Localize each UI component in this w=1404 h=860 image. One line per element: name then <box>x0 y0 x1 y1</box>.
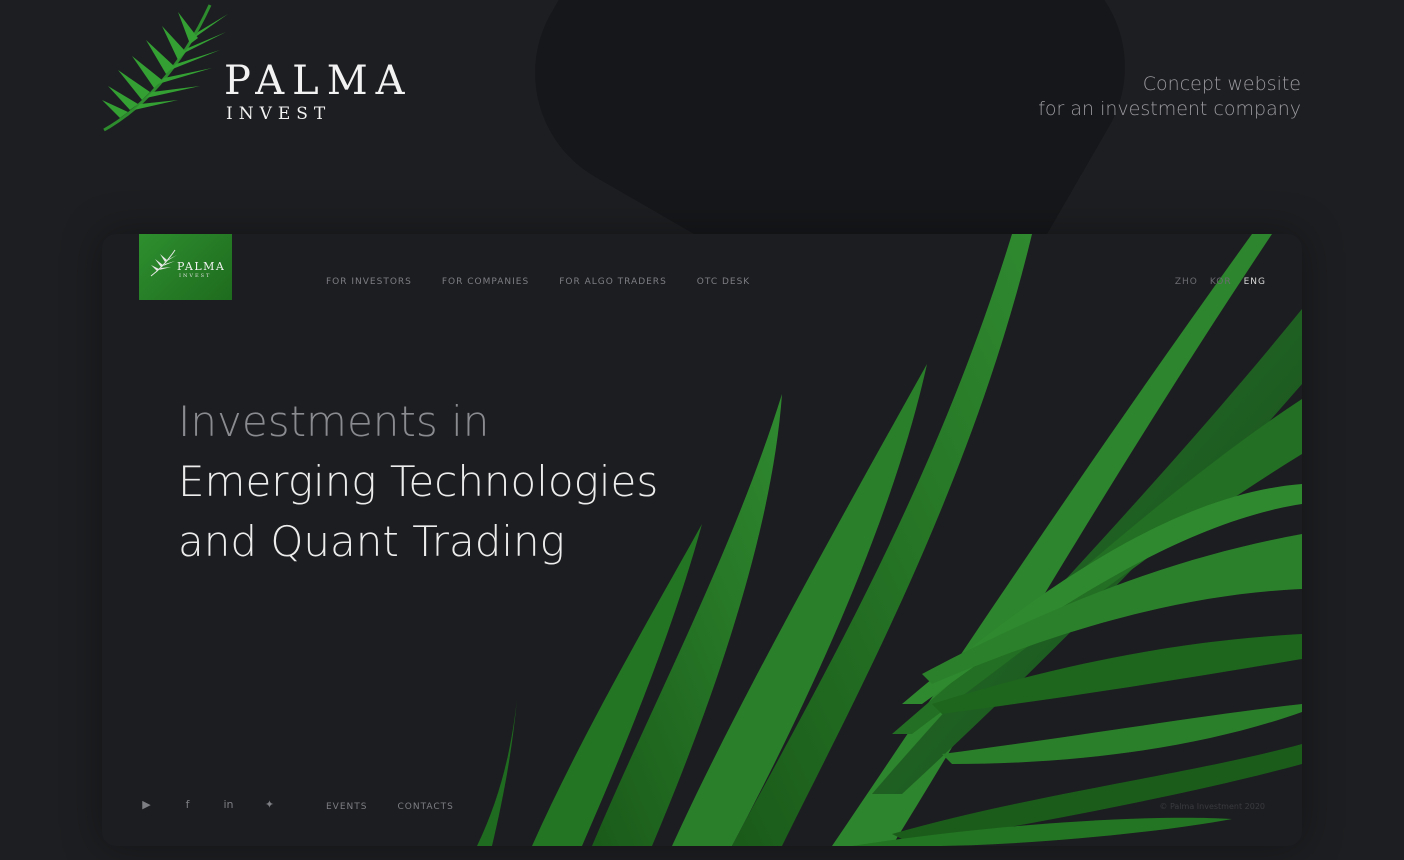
nav-otc-desk[interactable]: OTC DESK <box>697 277 750 287</box>
footer-link-contacts[interactable]: CONTACTS <box>397 802 453 812</box>
brand-subtitle: INVEST <box>226 104 332 124</box>
twitter-icon[interactable]: ✦ <box>262 798 277 811</box>
footer-link-events[interactable]: EVENTS <box>326 802 367 812</box>
hero-line-1: Investments in <box>178 397 490 446</box>
concept-line-2: for an investment company <box>1038 98 1301 120</box>
nav-for-companies[interactable]: FOR COMPANIES <box>442 277 529 287</box>
main-nav: FOR INVESTORS FOR COMPANIES FOR ALGO TRA… <box>326 277 750 287</box>
hero-heading: Investments in Emerging Technologies and… <box>178 392 658 572</box>
lang-kor[interactable]: KOR <box>1210 277 1232 287</box>
footer-nav: EVENTS CONTACTS <box>326 802 454 812</box>
brand-logo: PALMA INVEST <box>100 0 420 135</box>
palm-leaf-icon <box>150 249 177 277</box>
facebook-icon[interactable]: f <box>180 798 195 811</box>
language-switcher: ZHO KOR ENG <box>1175 277 1266 287</box>
concept-line-1: Concept website <box>1142 73 1301 95</box>
concept-caption: Concept website for an investment compan… <box>1038 72 1301 122</box>
brand-name: PALMA <box>224 58 413 104</box>
website-mockup: PALMA INVEST FOR INVESTORS FOR COMPANIES… <box>102 234 1302 846</box>
nav-for-algo-traders[interactable]: FOR ALGO TRADERS <box>559 277 667 287</box>
nav-for-investors[interactable]: FOR INVESTORS <box>326 277 412 287</box>
hero-line-3: and Quant Trading <box>178 517 565 566</box>
hero-line-2: Emerging Technologies <box>178 457 659 506</box>
lang-eng[interactable]: ENG <box>1244 277 1266 287</box>
social-links: ▶ f in ✦ <box>139 798 277 811</box>
youtube-icon[interactable]: ▶ <box>139 798 154 811</box>
copyright: © Palma Investment 2020 <box>1159 802 1265 811</box>
site-logo[interactable]: PALMA INVEST <box>139 234 232 300</box>
site-logo-name: PALMA <box>177 260 226 273</box>
linkedin-icon[interactable]: in <box>221 798 236 811</box>
palm-leaf-icon <box>102 4 228 132</box>
lang-zho[interactable]: ZHO <box>1175 277 1198 287</box>
site-logo-subtitle: INVEST <box>179 273 212 279</box>
